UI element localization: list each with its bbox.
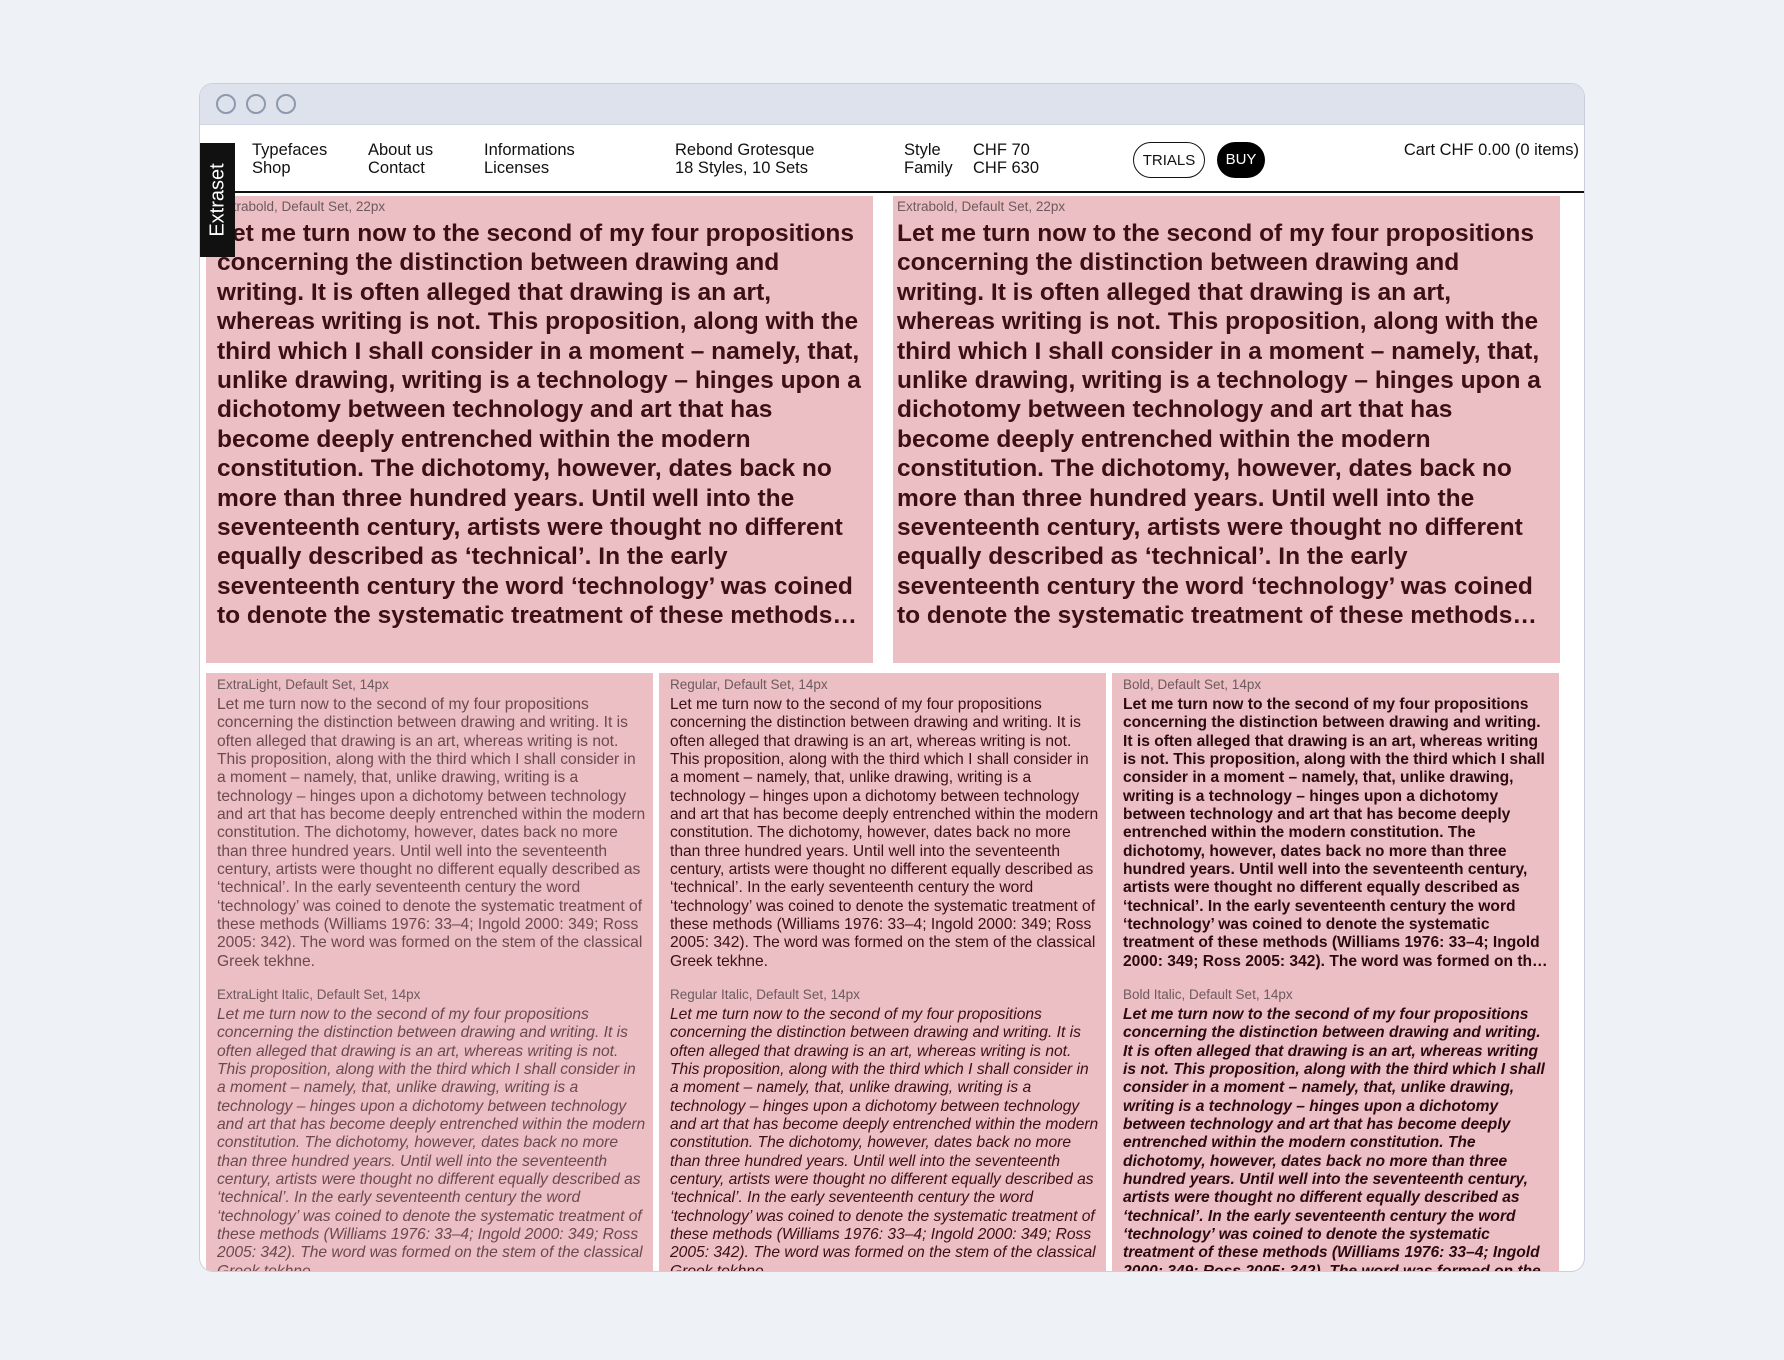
style-label: Style — [904, 141, 941, 159]
sample-label: Extrabold, Default Set, 22px — [217, 199, 386, 214]
window-minimize-dot[interactable] — [246, 94, 266, 114]
family-label: Family — [904, 159, 953, 177]
sample-panel-bold-italic: Bold Italic, Default Set, 14px Let me tu… — [1112, 983, 1559, 1272]
sample-text: Let me turn now to the second of my four… — [1123, 1006, 1545, 1272]
window-close-dot[interactable] — [216, 94, 236, 114]
nav-group-tertiary: Informations Licenses — [484, 141, 575, 177]
sample-panel-big-right: Extrabold, Default Set, 22px Let me turn… — [893, 196, 1560, 663]
sample-text: Let me turn now to the second of my four… — [670, 696, 1099, 970]
nav-group-primary: Typefaces Shop — [252, 141, 327, 177]
browser-window: Typefaces Shop About us Contact Informat… — [199, 83, 1585, 1272]
price-values: CHF 70 CHF 630 — [973, 141, 1039, 177]
nav-contact-link[interactable]: Contact — [368, 159, 433, 177]
site-navbar: Typefaces Shop About us Contact Informat… — [200, 125, 1584, 193]
sample-panel-regular-italic: Regular Italic, Default Set, 14px Let me… — [659, 983, 1106, 1272]
font-meta: 18 Styles, 10 Sets — [675, 159, 808, 177]
sample-text: Let me turn now to the second of my four… — [217, 1006, 646, 1272]
sample-label: Bold, Default Set, 14px — [1123, 677, 1262, 692]
extraset-side-tab[interactable]: Extraset — [200, 143, 235, 257]
sample-label: ExtraLight, Default Set, 14px — [217, 677, 389, 692]
trials-button[interactable]: TRIALS — [1133, 142, 1205, 178]
sample-text: Let me turn now to the second of my four… — [217, 220, 861, 630]
sample-text: Let me turn now to the second of my four… — [1123, 696, 1545, 972]
nav-group-secondary: About us Contact — [368, 141, 433, 177]
sample-text: Let me turn now to the second of my four… — [897, 220, 1541, 630]
nav-shop-link[interactable]: Shop — [252, 159, 327, 177]
sample-panel-regular: Regular, Default Set, 14px Let me turn n… — [659, 673, 1106, 983]
sample-label: Extrabold, Default Set, 22px — [897, 199, 1066, 214]
sample-text: Let me turn now to the second of my four… — [670, 1006, 1099, 1272]
font-name: Rebond Grotesque — [675, 141, 815, 159]
sample-panel-big-left: Extrabold, Default Set, 22px Let me turn… — [206, 196, 873, 663]
window-titlebar — [200, 84, 1584, 125]
sample-panel-bold: Bold, Default Set, 14px Let me turn now … — [1112, 673, 1559, 983]
nav-about-link[interactable]: About us — [368, 141, 433, 159]
sample-label: Regular, Default Set, 14px — [670, 677, 828, 692]
sample-text: Let me turn now to the second of my four… — [217, 696, 646, 970]
sample-label: Bold Italic, Default Set, 14px — [1123, 987, 1293, 1002]
sample-label: ExtraLight Italic, Default Set, 14px — [217, 987, 421, 1002]
buy-button[interactable]: BUY — [1217, 142, 1265, 178]
nav-informations-link[interactable]: Informations — [484, 141, 575, 159]
sample-label: Regular Italic, Default Set, 14px — [670, 987, 860, 1002]
sample-panel-extralight-italic: ExtraLight Italic, Default Set, 14px Let… — [206, 983, 653, 1272]
cart-link[interactable]: Cart CHF 0.00 (0 items) — [1404, 141, 1579, 160]
window-maximize-dot[interactable] — [276, 94, 296, 114]
family-price: CHF 630 — [973, 159, 1040, 177]
sample-panel-extralight: ExtraLight, Default Set, 14px Let me tur… — [206, 673, 653, 983]
font-info: Rebond Grotesque 18 Styles, 10 Sets — [675, 141, 814, 177]
nav-licenses-link[interactable]: Licenses — [484, 159, 575, 177]
nav-typefaces-link[interactable]: Typefaces — [252, 141, 327, 159]
price-labels: Style Family — [904, 141, 953, 177]
extraset-tab-label: Extraset — [206, 163, 228, 237]
style-price: CHF 70 — [973, 141, 1030, 159]
